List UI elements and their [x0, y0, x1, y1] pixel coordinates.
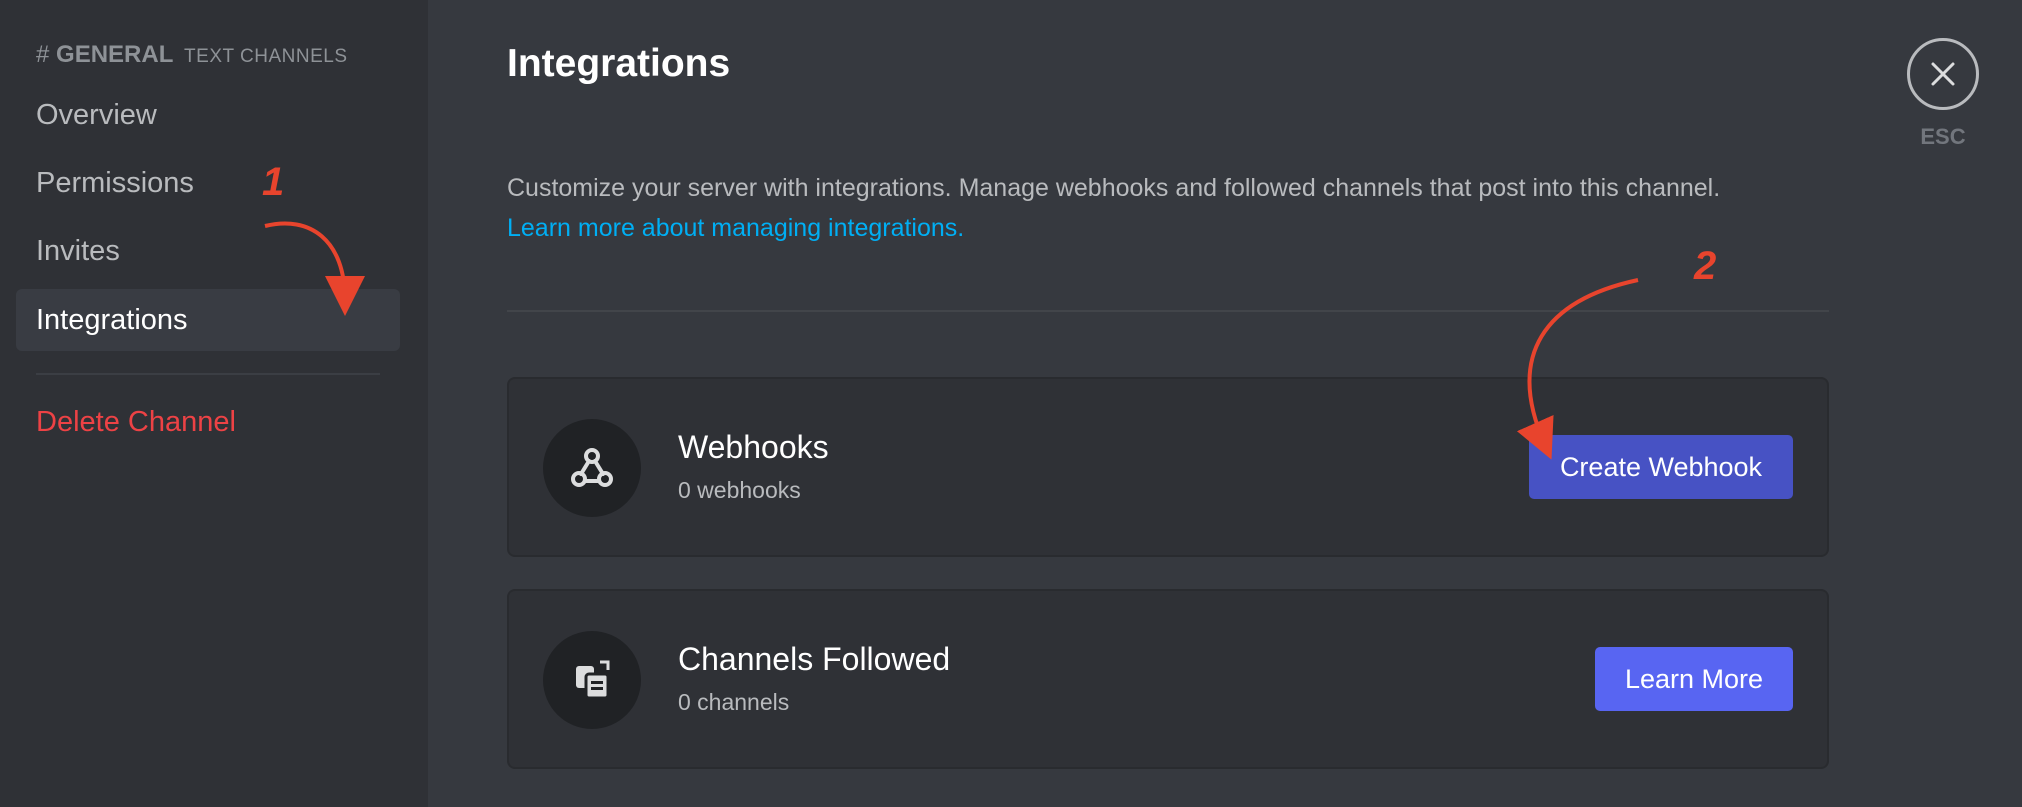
annotation-arrow-2	[1516, 278, 1639, 460]
annotation-arrow-1	[264, 221, 365, 316]
annotation-arrows	[264, 221, 1639, 460]
